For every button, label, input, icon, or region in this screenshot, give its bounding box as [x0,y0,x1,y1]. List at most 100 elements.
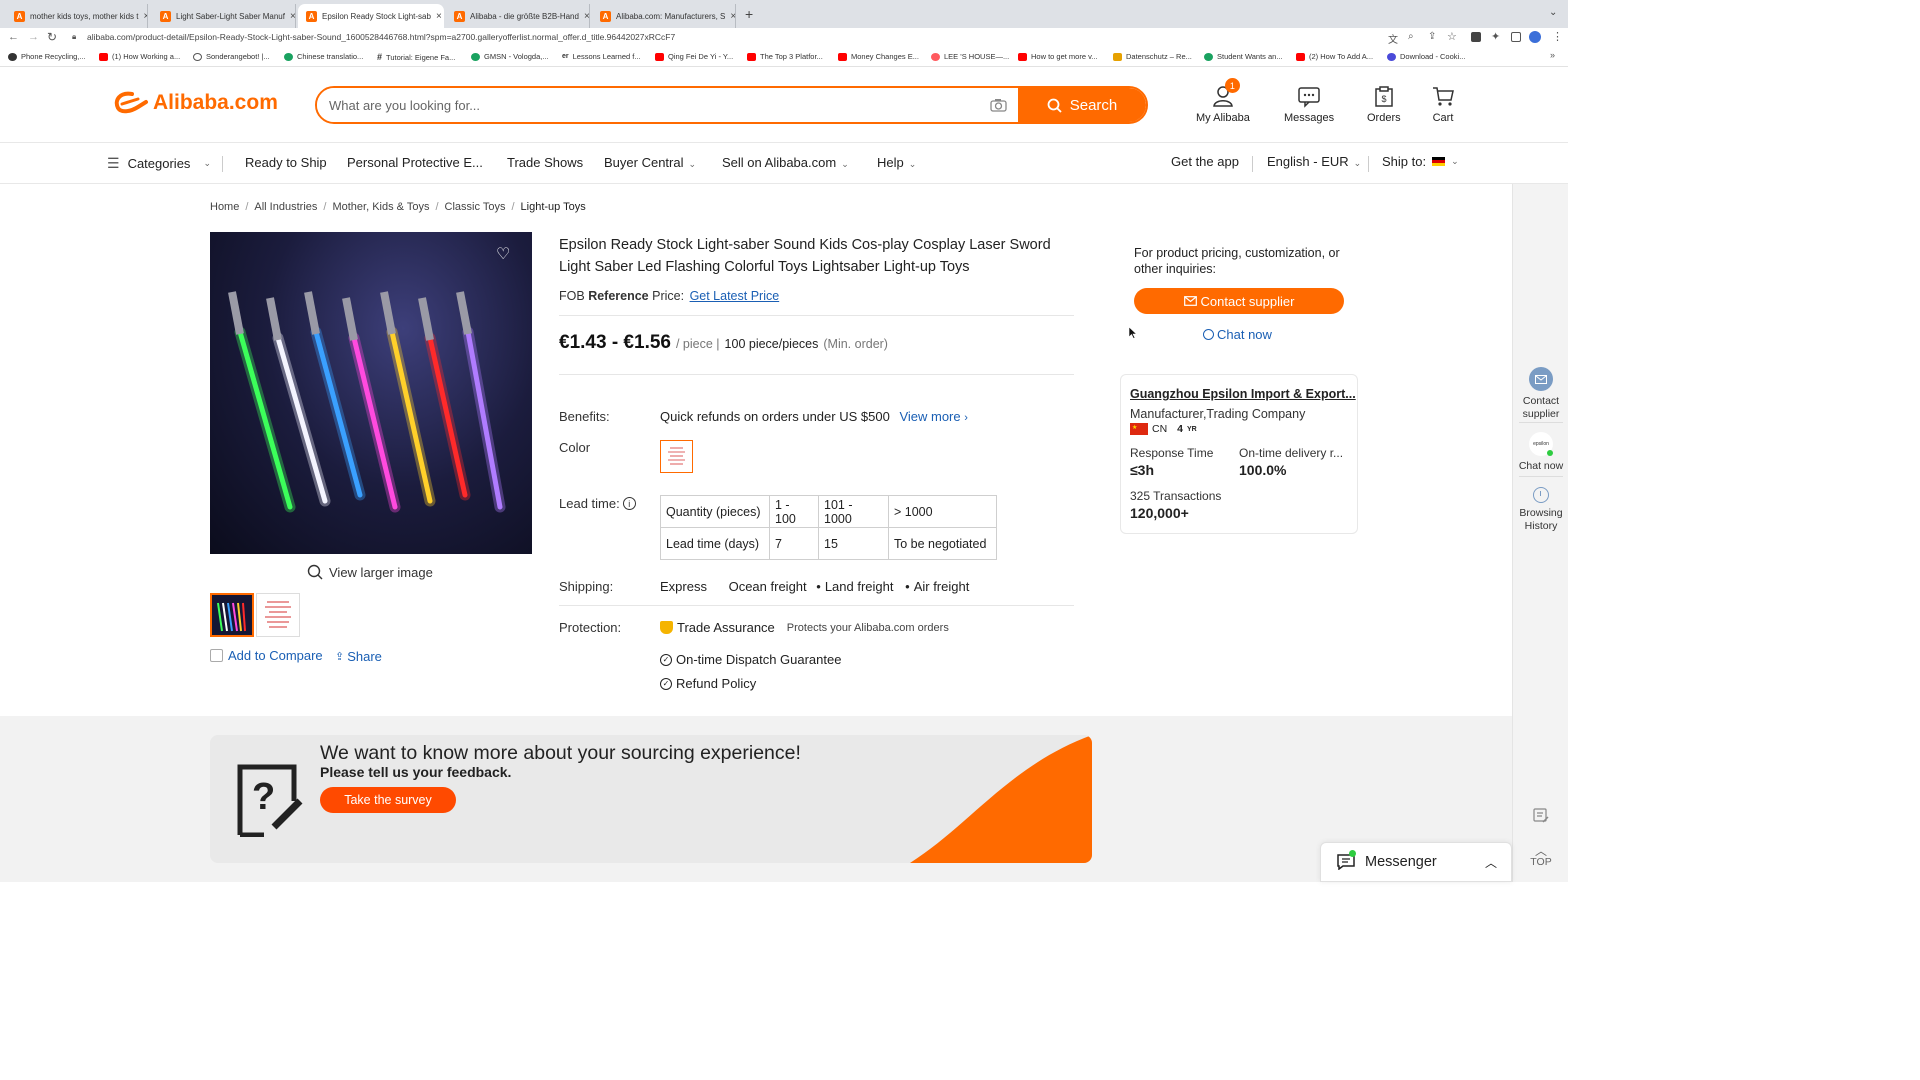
bookmark-item[interactable]: er Lessons Learned f... [562,52,641,61]
ship-to-select[interactable]: Ship to: ⌄ [1382,154,1459,169]
bookmark-favicon-icon [284,52,293,61]
close-tab-icon[interactable]: × [290,11,295,22]
messages-button[interactable]: Messages [1284,84,1334,124]
chat-now-button[interactable]: Chat now [1203,327,1272,342]
browser-tab[interactable]: A Alibaba - die größte B2B-Hand × [446,4,590,28]
share-button[interactable]: ⇪ Share [335,649,382,664]
lead-time-table: Quantity (pieces) 1 - 100 101 - 1000 > 1… [660,495,997,560]
feedback-icon[interactable] [1533,808,1549,824]
supplier-avatar: epsilon [1529,432,1553,456]
url-field[interactable]: alibaba.com/product-detail/Epsilon-Ready… [87,32,1367,42]
sidepanel-icon[interactable] [1511,32,1521,42]
sidebar-contact-supplier[interactable]: Contact supplier [1513,367,1569,421]
new-tab-button[interactable]: + [745,6,753,22]
favorite-heart-icon[interactable]: ♡ [496,244,510,264]
language-currency-select[interactable]: English - EUR ⌄ [1267,154,1361,169]
bookmark-item[interactable]: Student Wants an... [1204,52,1283,61]
mouse-cursor-icon [1129,327,1137,339]
breadcrumb-item[interactable]: Classic Toys [445,201,506,213]
bookmark-item[interactable]: Phone Recycling,... [8,52,86,61]
profile-avatar[interactable] [1529,31,1541,43]
back-icon[interactable]: ← [8,31,19,43]
get-latest-price-link[interactable]: Get Latest Price [690,289,780,303]
nav-item-trade-shows[interactable]: Trade Shows [507,155,583,170]
bookmark-item[interactable]: GMSN - Vologda,... [471,52,549,61]
nav-item-ready-to-ship[interactable]: Ready to Ship [245,155,327,170]
divider [559,605,1074,606]
search-button[interactable]: Search [1018,88,1146,122]
nav-item-sell-on-alibaba[interactable]: Sell on Alibaba.com ⌄ [722,155,849,170]
thumbnail-image-1[interactable] [210,593,254,637]
share-page-icon[interactable]: ⇪ [1428,31,1436,42]
extensions-puzzle-icon[interactable]: ✦ [1491,30,1500,43]
camera-search-icon[interactable] [978,88,1018,122]
browser-tab[interactable]: A Light Saber-Light Saber Manuf × [152,4,296,28]
bookmark-item[interactable]: Chinese translatio... [284,52,363,61]
close-tab-icon[interactable]: × [730,11,735,22]
compare-checkbox[interactable] [210,649,223,662]
bookmark-item[interactable]: (2) How To Add A... [1296,52,1373,61]
bookmark-item[interactable]: The Top 3 Platfor... [747,52,823,61]
get-app-link[interactable]: Get the app [1171,154,1239,169]
reload-icon[interactable]: ↻ [47,30,57,44]
view-more-link[interactable]: View more › [899,409,967,424]
browser-tab[interactable]: A Alibaba.com: Manufacturers, S × [592,4,736,28]
translate-icon[interactable]: 文 [1388,31,1398,46]
take-survey-button[interactable]: Take the survey [320,787,456,813]
browser-menu-icon[interactable]: ⋮ [1552,30,1563,43]
more-bookmarks-icon[interactable]: » [1550,50,1555,60]
lock-icon[interactable]: 🔒︎ [72,32,76,42]
nav-item-help[interactable]: Help ⌄ [877,155,916,170]
browser-tab-active[interactable]: A Epsilon Ready Stock Light-sab × [298,4,444,28]
contact-supplier-button[interactable]: Contact supplier [1134,288,1344,314]
my-alibaba-button[interactable]: 1 My Alibaba [1196,78,1250,124]
bookmark-item[interactable]: (1) How Working a... [99,52,180,61]
orders-button[interactable]: $ Orders [1367,84,1401,124]
bookmark-item[interactable]: Download - Cooki... [1387,52,1465,61]
alibaba-logo-icon [114,91,148,114]
bookmark-item[interactable]: Money Changes E... [838,52,919,61]
product-main-image[interactable]: ♡ [210,232,532,554]
sidebar-browsing-history[interactable]: Browsing History [1513,487,1569,533]
close-tab-icon[interactable]: × [584,11,589,22]
back-to-top-button[interactable]: ︿ TOP [1513,845,1569,869]
bookmark-item[interactable]: LEE 'S HOUSE—... [931,52,1009,61]
add-to-compare[interactable]: Add to Compare [210,648,323,663]
bookmark-item[interactable]: Qing Fei De Yi - Y... [655,52,733,61]
bookmark-item[interactable]: # Tutorial: Eigene Fa... [377,52,455,62]
bookmark-item[interactable]: Sonderangebot! |... [193,52,270,61]
breadcrumb-item[interactable]: Mother, Kids & Toys [332,201,429,213]
sidebar-chat-now[interactable]: epsilon Chat now [1513,432,1569,473]
chevron-up-icon[interactable]: ︿ [1485,854,1497,871]
bookmark-item[interactable]: How to get more v... [1018,52,1098,61]
breadcrumb-item[interactable]: Home [210,201,239,213]
messenger-widget[interactable]: Messenger ︿ [1320,842,1512,882]
supplier-name-link[interactable]: Guangzhou Epsilon Import & Export... [1130,387,1356,401]
alibaba-logo[interactable]: Alibaba.com [112,90,278,116]
zoom-icon[interactable]: ⌕ [1408,31,1414,42]
nav-item-personal-protective[interactable]: Personal Protective E... [347,155,483,170]
tab-search-icon[interactable]: ⌄ [1549,7,1557,18]
bookmark-star-icon[interactable]: ☆ [1447,30,1457,43]
search-input[interactable] [317,88,978,122]
view-larger-image-button[interactable]: View larger image [307,564,433,580]
tab-title: Light Saber-Light Saber Manuf [176,11,285,21]
forward-icon[interactable]: → [28,31,39,43]
breadcrumb-item-current[interactable]: Light-up Toys [521,201,586,213]
thumbnail-image-2[interactable] [256,593,300,637]
breadcrumb-item[interactable]: All Industries [254,201,317,213]
table-cell: Lead time (days) [660,527,770,560]
breadcrumb: Home / All Industries / Mother, Kids & Toys /… [210,201,586,213]
color-label: Color [559,440,591,455]
nav-item-buyer-central[interactable]: Buyer Central ⌄ [604,155,696,170]
extension-icon[interactable] [1471,32,1481,42]
info-icon[interactable]: i [622,497,636,510]
bookmark-item[interactable]: Datenschutz – Re... [1113,52,1192,61]
close-tab-icon[interactable]: × [143,11,147,22]
browser-tab[interactable]: A mother kids toys, mother kids t × [6,4,148,28]
categories-menu[interactable]: ☰ Categories ⌄ [107,155,211,172]
trade-assurance-row[interactable]: Trade Assurance Protects your Alibaba.co… [660,620,949,635]
close-tab-icon[interactable]: × [436,11,442,22]
color-option-swatch[interactable] [660,440,693,473]
cart-button[interactable]: Cart [1431,84,1455,124]
